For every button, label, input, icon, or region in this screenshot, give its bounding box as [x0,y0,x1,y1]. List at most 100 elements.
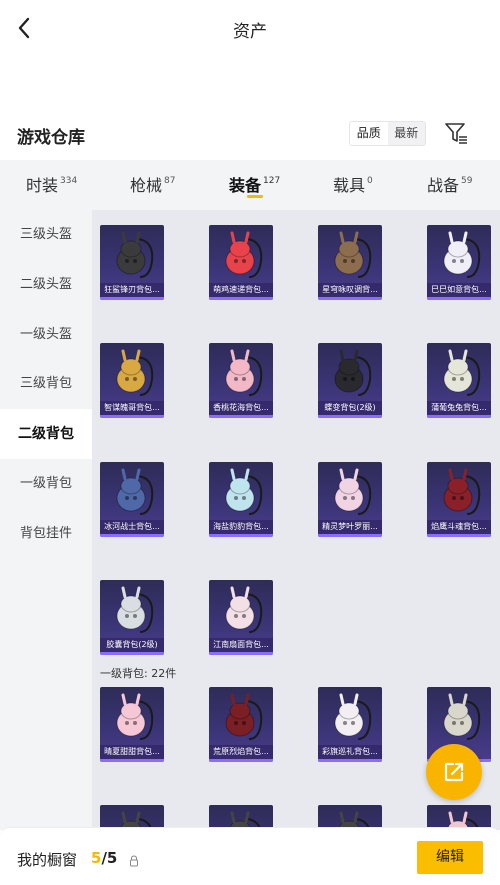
item-name: 精灵梦叶罗丽... [318,520,382,534]
app-page: 资产 游戏仓库 品质 最新 时装 334 枪械 87 装备 127 载具 0 战备 59 … [0,0,500,885]
rarity-bar [100,759,164,762]
side-item-backpack-2[interactable]: 二级背包 [0,409,92,459]
tab-guns[interactable]: 枪械 87 [130,172,175,196]
item-card[interactable]: 海盐豹豹背包... [209,462,273,537]
item-card[interactable]: 智谋魄哥背包... [100,343,164,418]
item-name: 荒原烈焰背包... [209,745,273,759]
page-title: 资产 [233,22,267,42]
backpack-icon [116,231,154,278]
tab-equipment[interactable]: 装备 127 [229,172,280,196]
active-tab-indicator [247,195,263,198]
rarity-bar [318,415,382,418]
showcase-label: 我的橱窗 [17,851,78,869]
item-name: 星穹咏叹调背... [318,283,382,297]
side-item-backpack-pendant[interactable]: 背包挂件 [0,509,92,559]
rarity-bar [427,534,491,537]
item-card[interactable]: 香桃花海背包... [209,343,273,418]
rarity-bar [100,415,164,418]
item-card[interactable]: 星穹咏叹调背... [318,225,382,300]
sort-option-latest[interactable]: 最新 [387,122,425,145]
item-name: 蝶变背包(2级) [318,401,382,415]
backpack-icon [443,349,481,396]
item-name: 焰鹰斗魂背包... [427,520,491,534]
item-name: 狂鲨锋刃背包... [100,283,164,297]
backpack-icon [443,231,481,278]
item-card[interactable]: 巳巳如意背包... [427,225,491,300]
side-item-backpack-3[interactable]: 三级背包 [0,359,92,409]
item-name: 海盐豹豹背包... [209,520,273,534]
backpack-icon [334,231,372,278]
warehouse-title: 游戏仓库 [17,128,85,148]
rarity-bar [427,415,491,418]
rarity-bar [209,534,273,537]
rarity-bar [209,652,273,655]
backpack-icon [225,693,263,740]
sort-option-quality[interactable]: 品质 [350,122,388,145]
item-name: 香桃花海背包... [209,401,273,415]
backpack-icon [225,231,263,278]
backpack-icon [116,349,154,396]
item-card[interactable]: 蝶变背包(2级) [318,343,382,418]
item-name: 冰河战士背包... [100,520,164,534]
share-external-icon[interactable] [426,744,482,800]
tab-label: 战备 [427,176,460,195]
tab-count: 127 [263,176,281,186]
category-tabs: 时装 334 枪械 87 装备 127 载具 0 战备 59 [0,160,500,210]
backpack-icon [116,586,154,633]
rarity-bar [100,297,164,300]
tab-count: 59 [461,176,473,186]
item-name: 江南扇面背包... [209,638,273,652]
showcase-count: 5/5 [91,849,117,867]
item-card[interactable]: 晴夏甜甜背包... [100,687,164,762]
side-item-helmet-1[interactable]: 一级头盔 [0,310,92,360]
tab-combat-gear[interactable]: 战备 59 [427,172,472,196]
tab-vehicles[interactable]: 载具 0 [333,172,373,196]
tab-count: 0 [367,176,373,186]
backpack-icon [334,693,372,740]
section-label-level1: 一级背包: 22件 [100,667,177,680]
item-card[interactable]: 萌鸡速递背包... [209,225,273,300]
rarity-bar [209,415,273,418]
tab-label: 装备 [229,176,262,195]
item-card[interactable]: 焰鹰斗魂背包... [427,462,491,537]
item-card[interactable]: 江南扇面背包... [209,580,273,655]
tab-label: 枪械 [130,176,163,195]
item-name: 萌鸡速递背包... [209,283,273,297]
tab-count: 334 [60,176,78,186]
edit-button[interactable]: 编辑 [417,841,483,874]
item-name: 蒲葡兔兔背包... [427,401,491,415]
side-item-helmet-3[interactable]: 三级头盔 [0,210,92,260]
rarity-bar [427,297,491,300]
bottom-bar: 我的橱窗 5/5 编辑 [0,827,500,885]
tab-label: 载具 [333,176,366,195]
filter-list-icon[interactable] [443,120,469,146]
backpack-icon [334,468,372,515]
side-item-helmet-2[interactable]: 二级头盔 [0,260,92,310]
rarity-bar [100,652,164,655]
backpack-icon [443,693,481,740]
item-card[interactable]: 蒲葡兔兔背包... [427,343,491,418]
backpack-icon [225,349,263,396]
backpack-icon [443,468,481,515]
tab-fashion[interactable]: 时装 334 [26,172,77,196]
item-card[interactable]: 荒原烈焰背包... [209,687,273,762]
showcase-current: 5 [91,849,102,867]
sort-toggle: 品质 最新 [349,121,426,146]
item-card[interactable]: 精灵梦叶罗丽... [318,462,382,537]
item-card[interactable]: 胶囊背包(2级) [100,580,164,655]
rarity-bar [100,534,164,537]
backpack-icon [334,349,372,396]
item-card[interactable]: 狂鲨锋刃背包... [100,225,164,300]
item-name: 晴夏甜甜背包... [100,745,164,759]
rarity-bar [318,297,382,300]
tab-label: 时装 [26,176,59,195]
backpack-icon [116,468,154,515]
lock-icon [129,852,139,867]
side-item-backpack-1[interactable]: 一级背包 [0,459,92,509]
item-card[interactable]: 彩旗巡礼背包... [318,687,382,762]
item-card[interactable]: 冰河战士背包... [100,462,164,537]
rarity-bar [209,297,273,300]
side-menu: 三级头盔 二级头盔 一级头盔 三级背包 二级背包 一级背包 背包挂件 [0,210,92,830]
item-name: 智谋魄哥背包... [100,401,164,415]
backpack-icon [225,586,263,633]
